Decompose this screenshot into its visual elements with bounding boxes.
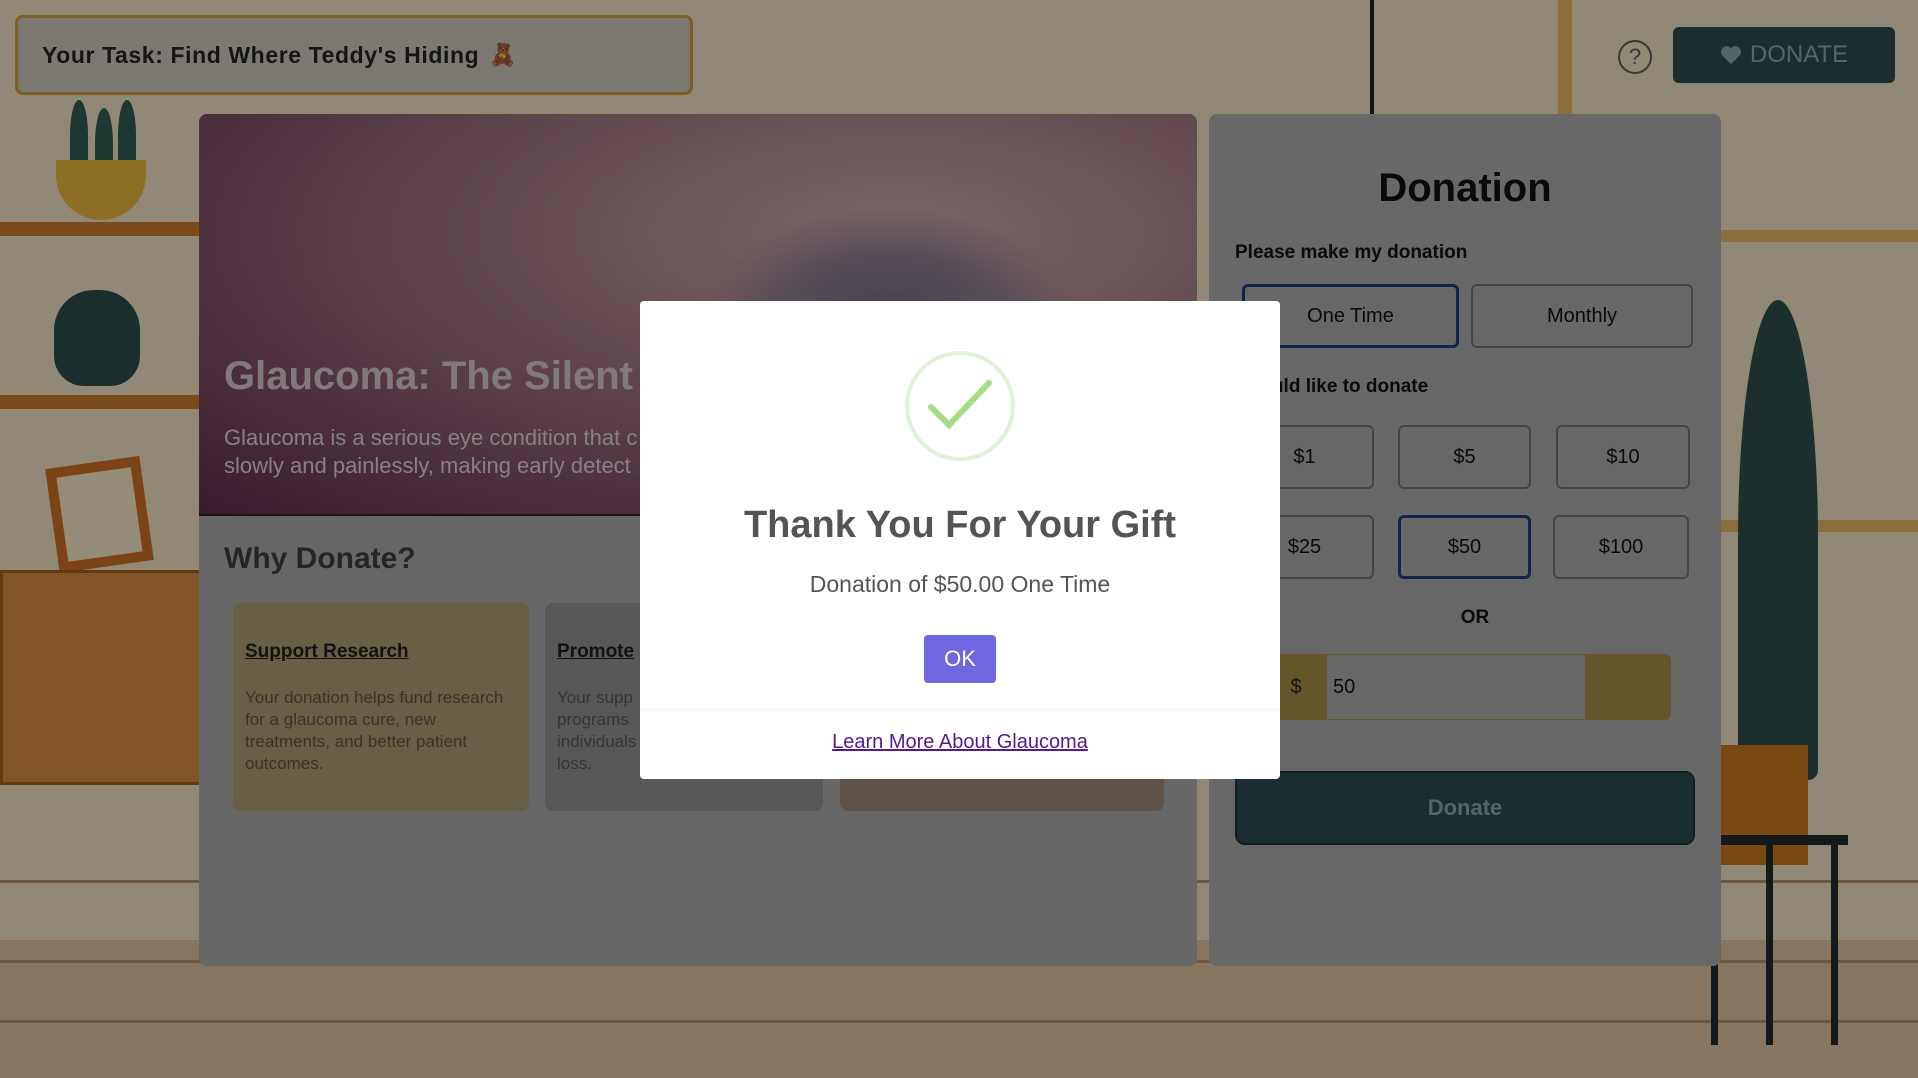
learn-more-link[interactable]: Learn More About Glaucoma: [640, 731, 1280, 754]
modal-title: Thank You For Your Gift: [743, 504, 1177, 546]
checkmark-icon: [928, 380, 992, 430]
modal-divider: [640, 709, 1280, 710]
ok-button[interactable]: OK: [924, 635, 996, 683]
modal-message: Donation of $50.00 One Time: [809, 571, 1111, 597]
success-check-icon: [905, 351, 1015, 461]
success-modal: Thank You For Your Gift Donation of $50.…: [640, 301, 1280, 779]
